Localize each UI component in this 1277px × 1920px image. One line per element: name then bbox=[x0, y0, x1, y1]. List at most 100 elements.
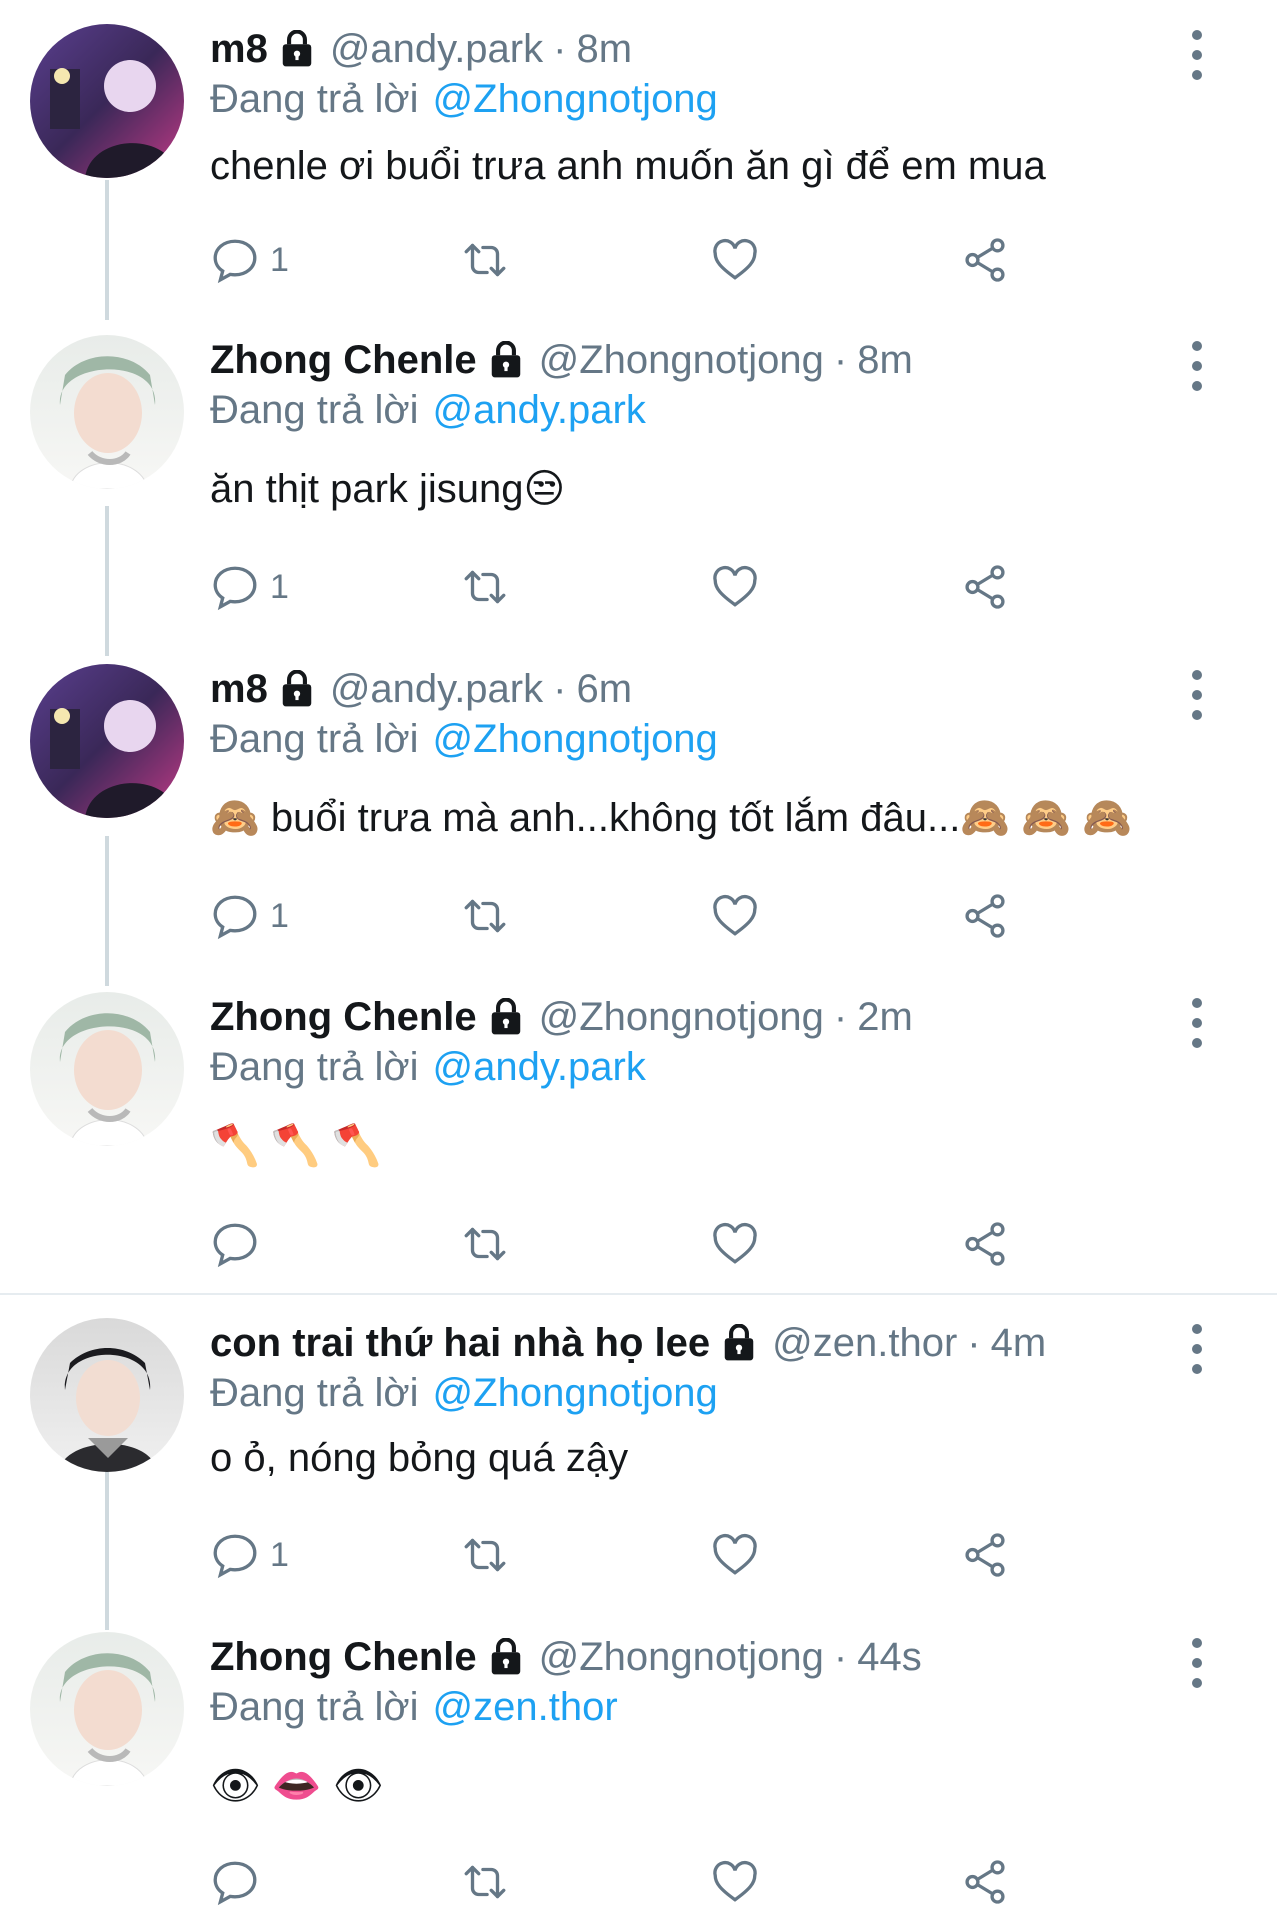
like-icon bbox=[713, 895, 757, 936]
timestamp[interactable]: 2m bbox=[857, 992, 913, 1042]
avatar[interactable] bbox=[30, 664, 184, 818]
handle[interactable]: @Zhongnotjong bbox=[539, 992, 824, 1042]
reply-icon bbox=[213, 1861, 257, 1906]
thread-connector bbox=[105, 506, 109, 656]
retweet-button[interactable] bbox=[460, 1525, 510, 1585]
like-icon bbox=[713, 1534, 757, 1575]
timestamp[interactable]: 8m bbox=[857, 335, 913, 385]
share-button[interactable] bbox=[960, 1525, 1010, 1585]
tweet-text: ăn thịt park jisung😒 bbox=[210, 467, 566, 511]
reply-icon bbox=[213, 1534, 257, 1579]
like-button[interactable] bbox=[710, 1214, 760, 1274]
avatar[interactable] bbox=[30, 24, 184, 178]
mention-link[interactable]: @Zhongnotjong bbox=[433, 77, 718, 121]
separator: · bbox=[833, 338, 848, 382]
tweet-header: Zhong Chenle @Zhongnotjong · 8m bbox=[210, 335, 1277, 385]
share-icon bbox=[965, 1860, 1005, 1904]
retweet-button[interactable] bbox=[460, 1852, 510, 1912]
reply-button[interactable]: 1 bbox=[210, 886, 289, 946]
reply-button[interactable] bbox=[210, 1214, 270, 1274]
tweet-actions bbox=[210, 1214, 1110, 1274]
share-button[interactable] bbox=[960, 230, 1010, 290]
retweet-icon bbox=[464, 570, 506, 604]
share-button[interactable] bbox=[960, 886, 1010, 946]
more-icon[interactable] bbox=[1187, 1638, 1207, 1688]
tweet-actions: 1 bbox=[210, 886, 1110, 946]
retweet-icon bbox=[464, 1227, 506, 1261]
display-name[interactable]: Zhong Chenle bbox=[210, 1632, 477, 1682]
mention-link[interactable]: @andy.park bbox=[433, 388, 646, 432]
mention-link[interactable]: @zen.thor bbox=[433, 1685, 618, 1729]
timestamp[interactable]: 44s bbox=[857, 1632, 922, 1682]
display-name[interactable]: Zhong Chenle bbox=[210, 992, 477, 1042]
retweet-icon bbox=[464, 899, 506, 933]
like-button[interactable] bbox=[710, 557, 760, 617]
replying-to-label: Đang trả lời bbox=[210, 1371, 419, 1415]
display-name[interactable]: con trai thứ hai nhà họ lee bbox=[210, 1318, 710, 1368]
reply-button[interactable]: 1 bbox=[210, 1525, 289, 1585]
timestamp[interactable]: 6m bbox=[576, 664, 632, 714]
retweet-button[interactable] bbox=[460, 557, 510, 617]
like-button[interactable] bbox=[710, 1525, 760, 1585]
tweet-text: chenle ơi buổi trưa anh muốn ăn gì để em… bbox=[210, 144, 1046, 188]
share-button[interactable] bbox=[960, 1852, 1010, 1912]
tweet-actions: 1 bbox=[210, 230, 1110, 290]
avatar[interactable] bbox=[30, 1318, 184, 1472]
replying-to-label: Đang trả lời bbox=[210, 1045, 419, 1089]
more-icon[interactable] bbox=[1187, 1324, 1207, 1374]
avatar[interactable] bbox=[30, 1632, 184, 1786]
reply-button[interactable]: 1 bbox=[210, 557, 289, 617]
lock-icon bbox=[720, 1323, 758, 1362]
tweet-text: 🪓 🪓 🪓 bbox=[210, 1124, 382, 1168]
mention-link[interactable]: @andy.park bbox=[433, 1045, 646, 1089]
like-icon bbox=[713, 1223, 757, 1264]
lock-icon bbox=[278, 669, 316, 708]
reply-count: 1 bbox=[270, 896, 289, 935]
handle[interactable]: @Zhongnotjong bbox=[539, 1632, 824, 1682]
mention-link[interactable]: @Zhongnotjong bbox=[433, 1371, 718, 1415]
retweet-icon bbox=[464, 1538, 506, 1572]
separator: · bbox=[833, 1635, 848, 1679]
avatar[interactable] bbox=[30, 992, 184, 1146]
separator: · bbox=[833, 995, 848, 1039]
reply-icon bbox=[213, 566, 257, 611]
like-button[interactable] bbox=[710, 886, 760, 946]
handle[interactable]: @andy.park bbox=[330, 24, 543, 74]
like-icon bbox=[713, 566, 757, 607]
lock-icon bbox=[487, 1637, 525, 1676]
more-icon[interactable] bbox=[1187, 670, 1207, 720]
more-icon[interactable] bbox=[1187, 341, 1207, 391]
like-button[interactable] bbox=[710, 1852, 760, 1912]
like-button[interactable] bbox=[710, 230, 760, 290]
replying-to-label: Đang trả lời bbox=[210, 77, 419, 121]
replying-to: Đang trả lời @andy.park bbox=[210, 385, 1277, 435]
reply-icon bbox=[213, 239, 257, 284]
share-button[interactable] bbox=[960, 557, 1010, 617]
reply-button[interactable] bbox=[210, 1852, 270, 1912]
display-name[interactable]: m8 bbox=[210, 664, 268, 714]
replying-to-label: Đang trả lời bbox=[210, 388, 419, 432]
share-icon bbox=[965, 565, 1005, 609]
retweet-button[interactable] bbox=[460, 1214, 510, 1274]
like-icon bbox=[713, 239, 757, 280]
handle[interactable]: @zen.thor bbox=[772, 1318, 957, 1368]
retweet-button[interactable] bbox=[460, 886, 510, 946]
display-name[interactable]: m8 bbox=[210, 24, 268, 74]
more-icon[interactable] bbox=[1187, 998, 1207, 1048]
handle[interactable]: @andy.park bbox=[330, 664, 543, 714]
reply-button[interactable]: 1 bbox=[210, 230, 289, 290]
replying-to: Đang trả lời @Zhongnotjong bbox=[210, 714, 1277, 764]
separator: · bbox=[553, 667, 567, 711]
share-icon bbox=[965, 1222, 1005, 1266]
share-button[interactable] bbox=[960, 1214, 1010, 1274]
handle[interactable]: @Zhongnotjong bbox=[539, 335, 824, 385]
timestamp[interactable]: 8m bbox=[576, 24, 632, 74]
mention-link[interactable]: @Zhongnotjong bbox=[433, 717, 718, 761]
retweet-button[interactable] bbox=[460, 230, 510, 290]
more-icon[interactable] bbox=[1187, 30, 1207, 80]
avatar[interactable] bbox=[30, 335, 184, 489]
tweet-header: m8 @andy.park · 8m bbox=[210, 24, 1277, 74]
display-name[interactable]: Zhong Chenle bbox=[210, 335, 477, 385]
timestamp[interactable]: 4m bbox=[991, 1318, 1047, 1368]
tweet-text: o ỏ, nóng bỏng quá zậy bbox=[210, 1436, 629, 1480]
